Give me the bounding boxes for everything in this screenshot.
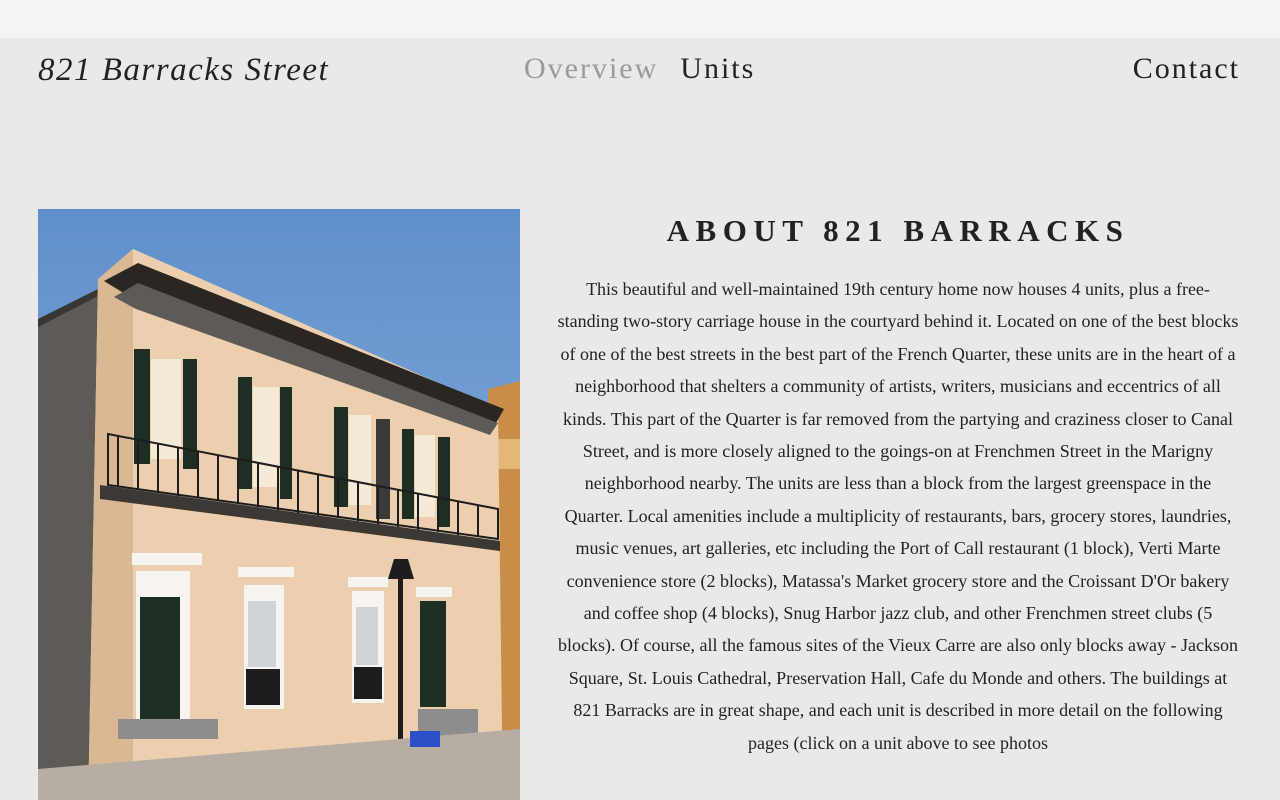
nav-contact[interactable]: Contact bbox=[1133, 52, 1240, 86]
site-header: 821 Barracks Street Overview Units Contac… bbox=[0, 38, 1280, 102]
about-section: ABOUT 821 BARRACKS This beautiful and we… bbox=[556, 209, 1240, 759]
building-photo bbox=[38, 209, 520, 800]
main-nav: Overview Units bbox=[524, 52, 777, 86]
nav-overview[interactable]: Overview bbox=[524, 52, 658, 85]
browser-top-strip bbox=[0, 0, 1280, 38]
about-body: This beautiful and well-maintained 19th … bbox=[557, 279, 1239, 753]
nav-units[interactable]: Units bbox=[680, 52, 755, 85]
site-title-link[interactable]: 821 Barracks Street bbox=[38, 52, 329, 89]
about-heading: ABOUT 821 BARRACKS bbox=[666, 213, 1130, 248]
